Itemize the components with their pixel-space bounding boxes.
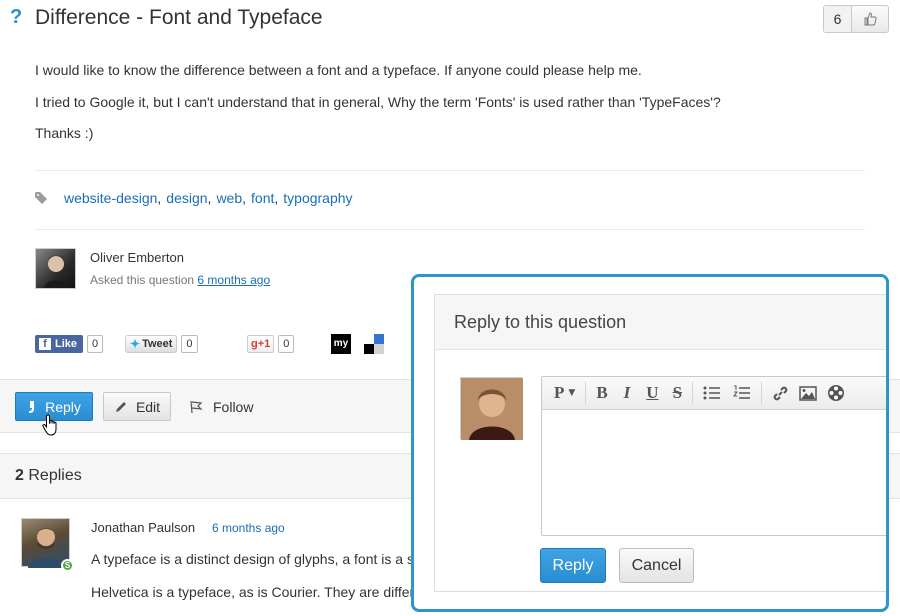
facebook-like-button[interactable]: f Like bbox=[35, 335, 84, 353]
reply-arrow-icon bbox=[29, 400, 35, 413]
rich-text-editor[interactable]: P ▼ B I U S bbox=[541, 376, 886, 536]
facebook-like-widget[interactable]: f Like 0 bbox=[35, 334, 104, 354]
tag-link[interactable]: web bbox=[216, 190, 242, 206]
paragraph-format-dropdown[interactable]: P ▼ bbox=[554, 381, 575, 405]
underline-button[interactable]: U bbox=[646, 381, 658, 405]
image-icon[interactable] bbox=[799, 381, 817, 405]
avatar bbox=[460, 377, 523, 440]
google-plus-count: 0 bbox=[278, 335, 295, 353]
tag-link[interactable]: website-design bbox=[64, 190, 157, 206]
divider bbox=[35, 229, 865, 230]
question-body-line: I tried to Google it, but I can't unders… bbox=[35, 94, 721, 110]
hand-cursor-icon bbox=[42, 414, 57, 436]
author-name[interactable]: Oliver Emberton bbox=[90, 250, 184, 265]
divider bbox=[35, 170, 865, 171]
reply-body-line: Helvetica is a typeface, as is Courier. … bbox=[91, 584, 415, 600]
tweet-count: 0 bbox=[181, 335, 198, 353]
delicious-icon[interactable] bbox=[364, 334, 384, 354]
twitter-bird-icon: ✦ bbox=[130, 337, 141, 351]
status-badge: S bbox=[61, 559, 74, 572]
replies-title: 2 Replies bbox=[15, 467, 82, 484]
tweet-button[interactable]: ✦ Tweet bbox=[125, 335, 178, 353]
google-plus-widget[interactable]: g+1 0 bbox=[247, 334, 295, 354]
avatar[interactable] bbox=[35, 248, 76, 289]
tag-link[interactable]: typography bbox=[283, 190, 352, 206]
asked-time-link[interactable]: 6 months ago bbox=[197, 273, 270, 287]
google-plus-button[interactable]: g+1 bbox=[247, 335, 275, 353]
editor-toolbar: P ▼ B I U S bbox=[542, 377, 886, 410]
pencil-icon bbox=[115, 401, 126, 412]
myspace-share[interactable]: my bbox=[331, 334, 351, 354]
reply-time-link[interactable]: 6 months ago bbox=[212, 521, 285, 535]
bullet-list-icon[interactable] bbox=[703, 381, 721, 405]
facebook-icon: f bbox=[39, 338, 51, 350]
tweet-widget[interactable]: ✦ Tweet 0 bbox=[125, 334, 198, 354]
link-icon[interactable] bbox=[772, 381, 789, 405]
vote-count: 6 bbox=[824, 6, 852, 32]
tag-list: website-design, design, web, font, typog… bbox=[35, 190, 353, 206]
question-body-line: I would like to know the difference betw… bbox=[35, 62, 642, 78]
reply-panel: Reply to this question P ▼ B I U S Reply… bbox=[434, 294, 886, 592]
asked-meta: Asked this question 6 months ago bbox=[90, 273, 271, 287]
numbered-list-icon[interactable] bbox=[733, 381, 751, 405]
myspace-icon[interactable]: my bbox=[331, 334, 351, 354]
reply-dialog: Reply to this question P ▼ B I U S Reply… bbox=[411, 274, 889, 612]
tag-link[interactable]: font bbox=[251, 190, 274, 206]
reply-body-line: A typeface is a distinct design of glyph… bbox=[91, 551, 414, 567]
flag-icon bbox=[190, 400, 203, 413]
thumbs-up-icon[interactable] bbox=[852, 6, 888, 32]
follow-button[interactable]: Follow bbox=[189, 392, 253, 421]
tag-icon bbox=[35, 192, 47, 204]
facebook-like-count: 0 bbox=[87, 335, 104, 353]
delicious-share[interactable] bbox=[364, 334, 384, 354]
edit-button[interactable]: Edit bbox=[103, 392, 171, 421]
italic-button[interactable]: I bbox=[624, 381, 631, 405]
vote-widget[interactable]: 6 bbox=[823, 5, 889, 33]
strikethrough-button[interactable]: S bbox=[673, 381, 682, 405]
tag-link[interactable]: design bbox=[166, 190, 207, 206]
question-icon: ? bbox=[10, 6, 23, 28]
question-body-line: Thanks :) bbox=[35, 125, 94, 141]
cancel-button[interactable]: Cancel bbox=[619, 548, 694, 583]
bold-button[interactable]: B bbox=[596, 381, 607, 405]
reply-panel-title: Reply to this question bbox=[454, 312, 627, 332]
question-title: Difference - Font and Typeface bbox=[35, 6, 323, 29]
reply-author[interactable]: Jonathan Paulson bbox=[91, 520, 195, 535]
video-reel-icon[interactable] bbox=[827, 381, 845, 405]
submit-reply-button[interactable]: Reply bbox=[540, 548, 606, 583]
